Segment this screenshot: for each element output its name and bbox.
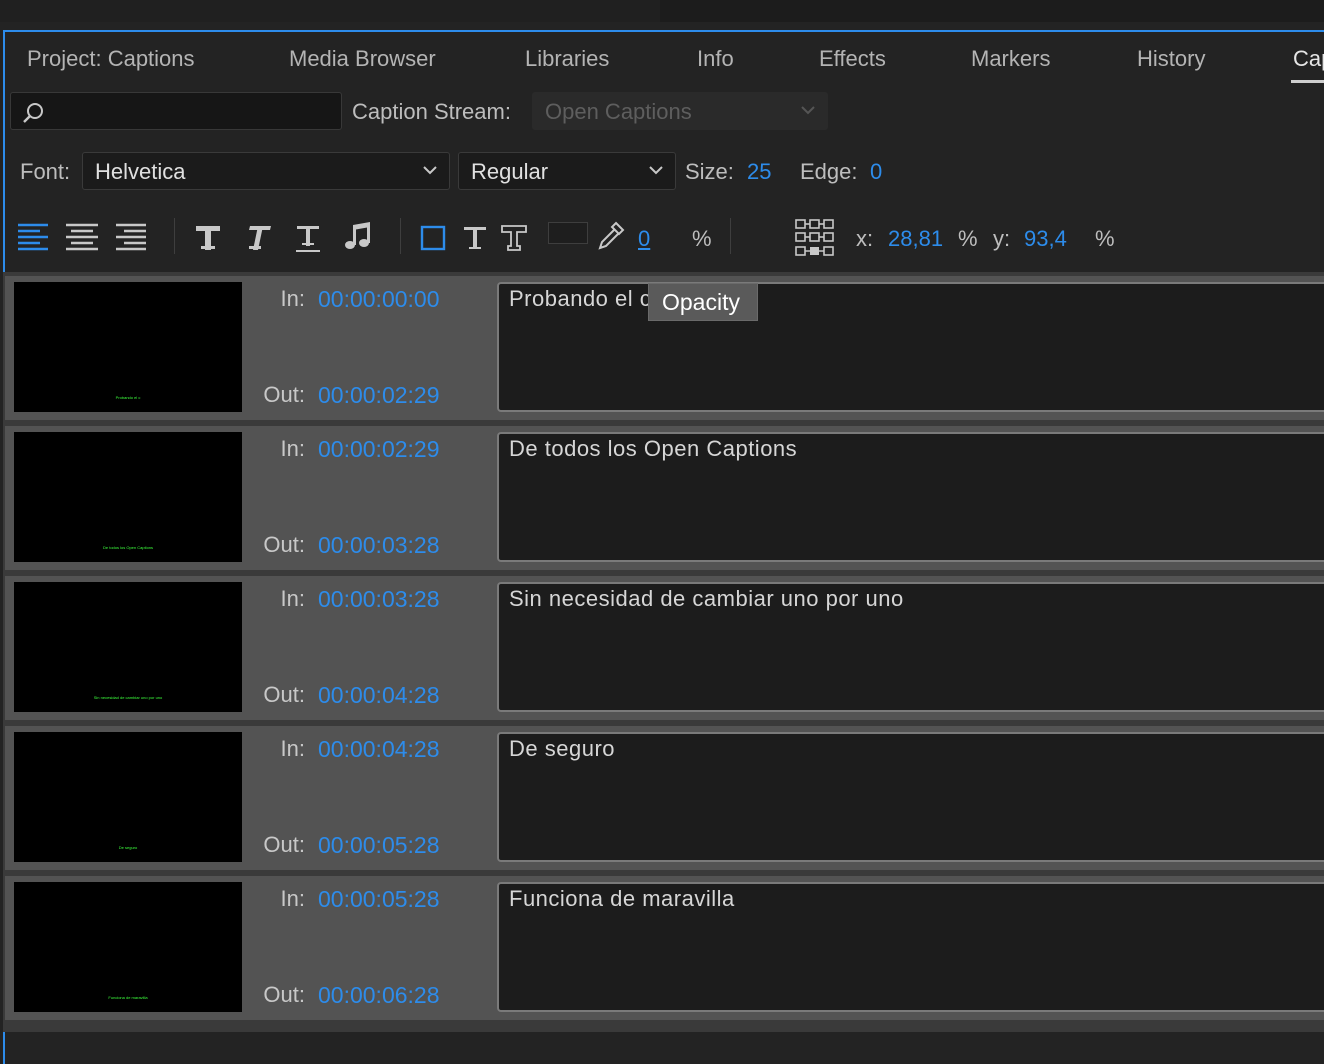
align-left-icon[interactable] [18, 222, 50, 252]
thumbnail-caption-text: De seguro [118, 845, 138, 850]
search-icon [23, 103, 43, 123]
font-style-select[interactable]: Regular [458, 152, 676, 190]
edge-label: Edge: [800, 159, 858, 184]
caption-row[interactable]: De todos los Open Captions In: 00:00:02:… [5, 426, 1324, 570]
tab-captions[interactable]: Cap [1293, 46, 1324, 72]
font-family-value: Helvetica [95, 159, 186, 184]
edge-value[interactable]: 0 [870, 159, 882, 185]
caption-text-field[interactable]: Sin necesidad de cambiar uno por uno [497, 582, 1324, 712]
out-label: Out: [263, 832, 305, 857]
tab-media-browser[interactable]: Media Browser [289, 46, 436, 72]
caption-thumbnail: De todos los Open Captions [14, 432, 242, 562]
caption-stream-value: Open Captions [545, 99, 692, 124]
toolbar-separator [174, 218, 175, 254]
caption-row[interactable]: Funciona de maravilla In: 00:00:05:28 Ou… [5, 876, 1324, 1020]
top-strip-segment [0, 0, 660, 22]
out-timecode[interactable]: 00:00:04:28 [318, 682, 440, 709]
caption-text-field[interactable]: Probando el c [497, 282, 1324, 412]
caption-text-field[interactable]: De todos los Open Captions [497, 432, 1324, 562]
underline-icon[interactable] [294, 224, 322, 254]
y-unit: % [1095, 226, 1115, 251]
caption-text-field[interactable]: Funciona de maravilla [497, 882, 1324, 1012]
thumbnail-caption-text: Sin necesidad de cambiar uno por uno [93, 695, 163, 700]
thumbnail-caption-text: Probando el c [115, 395, 141, 400]
font-style-value: Regular [471, 159, 549, 184]
out-timecode[interactable]: 00:00:02:29 [318, 382, 440, 409]
in-timecode[interactable]: 00:00:05:28 [318, 886, 440, 913]
y-value[interactable]: 93,4 [1024, 226, 1067, 252]
panel-tabs: Project: Captions Media Browser Librarie… [5, 32, 1324, 88]
y-label: y: [993, 226, 1011, 251]
x-value[interactable]: 28,81 [888, 226, 943, 252]
out-label: Out: [263, 532, 305, 557]
in-timecode[interactable]: 00:00:02:29 [318, 436, 440, 463]
active-tab-indicator [1291, 80, 1324, 83]
size-value[interactable]: 25 [747, 159, 771, 185]
opacity-value[interactable]: 0 [638, 226, 650, 252]
out-timecode[interactable]: 00:00:06:28 [318, 982, 440, 1009]
color-swatch[interactable] [548, 222, 588, 244]
background-box-icon[interactable] [420, 224, 448, 252]
out-label: Out: [263, 682, 305, 707]
caption-stream-select[interactable]: Open Captions [532, 92, 828, 130]
chevron-down-icon [649, 166, 663, 175]
caption-thumbnail: Sin necesidad de cambiar uno por uno [14, 582, 242, 712]
toolbar-separator [730, 218, 731, 254]
tab-project[interactable]: Project: Captions [27, 46, 195, 72]
align-right-icon[interactable] [116, 222, 148, 252]
thumbnail-caption-text: Funciona de maravilla [108, 995, 148, 1000]
x-unit: % [958, 226, 978, 251]
size-label: Size: [685, 159, 734, 184]
tab-history[interactable]: History [1137, 46, 1205, 72]
caption-thumbnail: Probando el c [14, 282, 242, 412]
chevron-down-icon [423, 166, 437, 175]
out-label: Out: [263, 382, 305, 407]
tab-info[interactable]: Info [697, 46, 734, 72]
chevron-down-icon [801, 106, 815, 115]
position-grid-icon[interactable] [795, 218, 835, 258]
in-timecode[interactable]: 00:00:03:28 [318, 586, 440, 613]
eyedropper-icon[interactable] [596, 220, 626, 252]
bold-icon[interactable] [194, 224, 222, 252]
music-note-icon[interactable] [344, 222, 374, 252]
italic-icon[interactable] [244, 224, 272, 252]
align-center-icon[interactable] [66, 222, 98, 252]
caption-text-field[interactable]: De seguro [497, 732, 1324, 862]
tab-markers[interactable]: Markers [971, 46, 1050, 72]
caption-list: Probando el c In: 00:00:00:00 Out: 00:00… [3, 272, 1324, 1032]
top-strip [0, 0, 1324, 22]
out-label: Out: [263, 982, 305, 1007]
in-label: In: [280, 886, 305, 911]
in-label: In: [280, 736, 305, 761]
text-color-icon[interactable] [462, 226, 488, 252]
out-timecode[interactable]: 00:00:03:28 [318, 532, 440, 559]
caption-thumbnail: De seguro [14, 732, 242, 862]
search-input[interactable] [10, 92, 342, 130]
in-label: In: [280, 286, 305, 311]
tab-effects[interactable]: Effects [819, 46, 886, 72]
caption-thumbnail: Funciona de maravilla [14, 882, 242, 1012]
font-family-select[interactable]: Helvetica [82, 152, 450, 190]
font-label: Font: [20, 159, 71, 184]
thumbnail-caption-text: De todos los Open Captions [102, 545, 154, 550]
edge-color-icon[interactable] [500, 224, 528, 252]
caption-row[interactable]: De seguro In: 00:00:04:28 Out: 00:00:05:… [5, 726, 1324, 870]
in-label: In: [280, 436, 305, 461]
opacity-unit: % [692, 226, 712, 251]
caption-stream-label: Caption Stream: [352, 99, 511, 124]
x-label: x: [856, 226, 874, 251]
caption-row[interactable]: Sin necesidad de cambiar uno por uno In:… [5, 576, 1324, 720]
opacity-tooltip: Opacity [648, 283, 758, 321]
in-timecode[interactable]: 00:00:04:28 [318, 736, 440, 763]
in-label: In: [280, 586, 305, 611]
in-timecode[interactable]: 00:00:00:00 [318, 286, 440, 313]
toolbar-separator [400, 218, 401, 254]
tab-libraries[interactable]: Libraries [525, 46, 609, 72]
out-timecode[interactable]: 00:00:05:28 [318, 832, 440, 859]
